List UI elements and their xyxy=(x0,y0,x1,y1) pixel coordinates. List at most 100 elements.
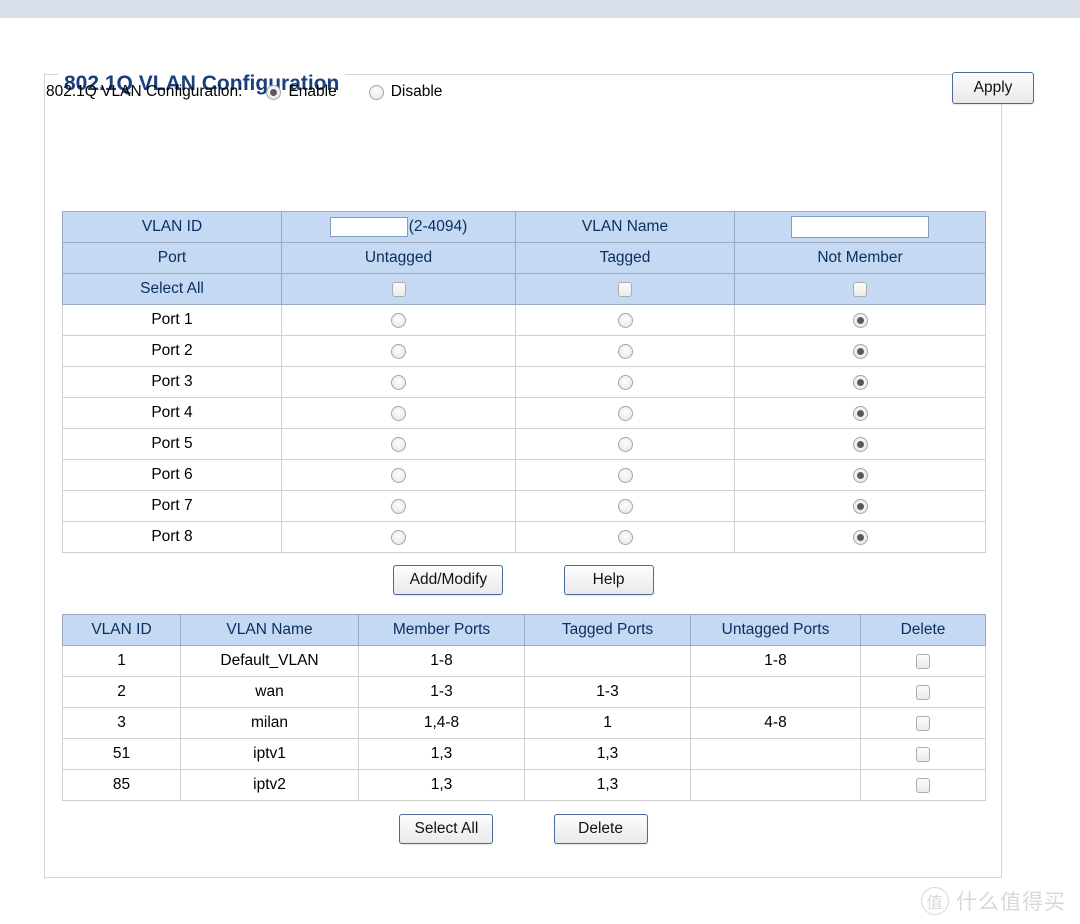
vlan-table-row: 2wan1-31-3 xyxy=(63,677,986,708)
select-all-untagged-checkbox[interactable] xyxy=(392,282,406,297)
vlan-name-input-cell xyxy=(735,212,986,243)
cell-untagged-ports xyxy=(691,677,861,708)
vlan-table-row: 1Default_VLAN1-81-8 xyxy=(63,646,986,677)
vlan-column-header: Tagged Ports xyxy=(525,615,691,646)
column-header-tagged: Tagged xyxy=(516,243,735,274)
port-untagged-radio[interactable] xyxy=(391,530,406,545)
apply-button[interactable]: Apply xyxy=(952,72,1034,104)
port-not-member-cell xyxy=(735,398,986,429)
port-not-member-radio[interactable] xyxy=(853,406,868,421)
vlan-table-header-row: VLAN IDVLAN NameMember PortsTagged Ports… xyxy=(63,615,986,646)
cell-tagged-ports: 1 xyxy=(525,708,691,739)
port-label-cell: Port 4 xyxy=(63,398,282,429)
port-untagged-radio[interactable] xyxy=(391,499,406,514)
port-not-member-radio[interactable] xyxy=(853,313,868,328)
port-untagged-cell xyxy=(282,522,516,553)
port-untagged-radio[interactable] xyxy=(391,406,406,421)
port-not-member-radio[interactable] xyxy=(853,530,868,545)
port-untagged-radio[interactable] xyxy=(391,437,406,452)
select-all-notmember-checkbox[interactable] xyxy=(853,282,867,297)
port-not-member-radio[interactable] xyxy=(853,437,868,452)
port-untagged-radio[interactable] xyxy=(391,313,406,328)
cell-delete xyxy=(861,739,986,770)
cell-member-ports: 1-3 xyxy=(359,677,525,708)
port-row: Port 6 xyxy=(63,460,986,491)
cell-vlan-id: 51 xyxy=(63,739,181,770)
vlan-name-input[interactable] xyxy=(791,216,929,238)
port-tagged-cell xyxy=(516,336,735,367)
delete-row-checkbox[interactable] xyxy=(916,654,930,669)
cell-tagged-ports: 1,3 xyxy=(525,770,691,801)
port-not-member-radio[interactable] xyxy=(853,468,868,483)
radio-enable-icon[interactable] xyxy=(266,85,281,100)
port-untagged-cell xyxy=(282,460,516,491)
add-modify-button[interactable]: Add/Modify xyxy=(393,565,503,595)
port-row: Port 3 xyxy=(63,367,986,398)
radio-option-disable[interactable]: Disable xyxy=(369,83,443,101)
cell-delete xyxy=(861,708,986,739)
port-tagged-radio[interactable] xyxy=(618,468,633,483)
select-all-button[interactable]: Select All xyxy=(399,814,493,844)
port-untagged-cell xyxy=(282,398,516,429)
port-tagged-radio[interactable] xyxy=(618,406,633,421)
cell-vlan-name: iptv1 xyxy=(181,739,359,770)
cell-vlan-id: 2 xyxy=(63,677,181,708)
vlan-column-header: VLAN ID xyxy=(63,615,181,646)
port-untagged-cell xyxy=(282,336,516,367)
vlan-table-row: 3milan1,4-814-8 xyxy=(63,708,986,739)
cell-delete xyxy=(861,770,986,801)
delete-row-checkbox[interactable] xyxy=(916,747,930,762)
port-not-member-radio[interactable] xyxy=(853,499,868,514)
delete-row-checkbox[interactable] xyxy=(916,778,930,793)
port-tagged-radio[interactable] xyxy=(618,375,633,390)
help-button[interactable]: Help xyxy=(564,565,654,595)
port-tagged-cell xyxy=(516,305,735,336)
vlan-table-body: 1Default_VLAN1-81-82wan1-31-33milan1,4-8… xyxy=(63,646,986,801)
port-not-member-radio[interactable] xyxy=(853,344,868,359)
port-untagged-radio[interactable] xyxy=(391,468,406,483)
port-row: Port 8 xyxy=(63,522,986,553)
vlan-enable-label: 802.1Q VLAN Configuration: xyxy=(46,83,242,101)
port-tagged-radio[interactable] xyxy=(618,437,633,452)
vlan-column-header: VLAN Name xyxy=(181,615,359,646)
vlan-id-input[interactable] xyxy=(330,217,408,237)
delete-row-checkbox[interactable] xyxy=(916,716,930,731)
column-header-not-member: Not Member xyxy=(735,243,986,274)
delete-button[interactable]: Delete xyxy=(554,814,648,844)
port-label-cell: Port 1 xyxy=(63,305,282,336)
column-header-untagged: Untagged xyxy=(282,243,516,274)
port-tagged-radio[interactable] xyxy=(618,499,633,514)
vlan-id-range-hint: (2-4094) xyxy=(409,218,468,235)
radio-disable-icon[interactable] xyxy=(369,85,384,100)
vlan-enable-row: 802.1Q VLAN Configuration: Enable Disabl… xyxy=(46,72,956,112)
cell-tagged-ports: 1-3 xyxy=(525,677,691,708)
port-label-cell: Port 7 xyxy=(63,491,282,522)
port-tagged-radio[interactable] xyxy=(618,344,633,359)
delete-row-checkbox[interactable] xyxy=(916,685,930,700)
cell-tagged-ports xyxy=(525,646,691,677)
port-row: Port 5 xyxy=(63,429,986,460)
port-not-member-cell xyxy=(735,429,986,460)
port-untagged-radio[interactable] xyxy=(391,344,406,359)
select-all-row: Select All xyxy=(63,274,986,305)
radio-option-enable[interactable]: Enable xyxy=(266,83,336,101)
port-not-member-cell xyxy=(735,491,986,522)
vlan-name-label-cell: VLAN Name xyxy=(516,212,735,243)
watermark-logo-icon: 值 xyxy=(921,887,949,915)
add-modify-button-bar: Add/Modify Help xyxy=(62,565,985,595)
cell-member-ports: 1,4-8 xyxy=(359,708,525,739)
cell-delete xyxy=(861,646,986,677)
cell-vlan-name: wan xyxy=(181,677,359,708)
port-untagged-cell xyxy=(282,305,516,336)
port-tagged-radio[interactable] xyxy=(618,530,633,545)
port-row: Port 4 xyxy=(63,398,986,429)
port-tagged-radio[interactable] xyxy=(618,313,633,328)
select-all-tagged-checkbox[interactable] xyxy=(618,282,632,297)
port-not-member-cell xyxy=(735,460,986,491)
port-untagged-cell xyxy=(282,491,516,522)
port-not-member-radio[interactable] xyxy=(853,375,868,390)
cell-vlan-id: 3 xyxy=(63,708,181,739)
cell-vlan-name: iptv2 xyxy=(181,770,359,801)
port-untagged-radio[interactable] xyxy=(391,375,406,390)
vlan-table-row: 85iptv21,31,3 xyxy=(63,770,986,801)
